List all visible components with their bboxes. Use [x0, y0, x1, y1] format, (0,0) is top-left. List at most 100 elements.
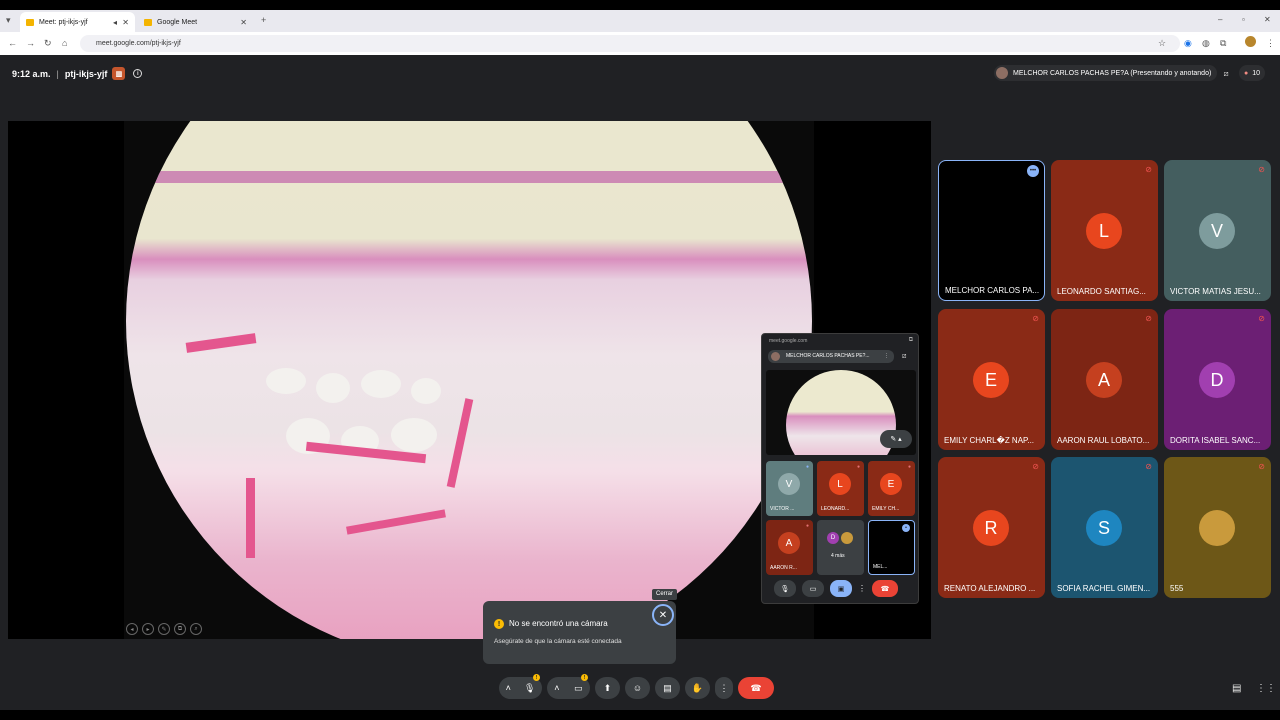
tab-google-meet[interactable]: Google Meet ✕: [138, 12, 253, 32]
mic-off-icon: ⊘: [1145, 462, 1152, 471]
extension-icon[interactable]: ◍: [1202, 38, 1210, 49]
participant-name: 555: [1170, 584, 1184, 593]
participant-name: VICTOR ...: [770, 506, 795, 512]
captions-button[interactable]: ▤: [655, 677, 680, 699]
pip-participant-tile: • MEL...: [868, 520, 915, 575]
more-options-icon[interactable]: ⋮: [858, 584, 866, 593]
participant-name: AARON RAUL LOBATO...: [1057, 436, 1150, 445]
new-tab-icon[interactable]: +: [261, 15, 266, 25]
participant-tile[interactable]: E ⊘ EMILY CHARL�Z NAP...: [938, 309, 1045, 450]
picture-in-picture-window[interactable]: meet.google.com ⧉ MELCHOR CARLOS PACHAS …: [761, 333, 919, 604]
more-icon[interactable]: ⋮: [884, 350, 889, 363]
menu-kebab-icon[interactable]: ⋮: [1266, 38, 1275, 49]
maximize-icon[interactable]: ▫: [1242, 15, 1245, 24]
zoom-icon[interactable]: ⌕: [190, 623, 202, 635]
chat-icon[interactable]: ▤: [1232, 683, 1241, 694]
speaking-icon: ●: [805, 464, 809, 470]
speaker-icon: ◂: [112, 17, 117, 27]
browser-chrome: ▾ Meet: ptj-ikjs-yjf ◂ ✕ Google Meet ✕ +…: [0, 10, 1280, 55]
speaking-icon: •••: [1027, 165, 1039, 177]
pip-participant-tile: E ● EMILY CH...: [868, 461, 915, 516]
copy-icon[interactable]: ⧉: [174, 623, 186, 635]
mic-off-icon: ●: [805, 523, 809, 529]
url-field[interactable]: meet.google.com/ptj-ikjs-yjf: [80, 35, 1180, 52]
microscope-image: [786, 370, 896, 455]
tab-meet[interactable]: Meet: ptj-ikjs-yjf ◂ ✕: [20, 12, 135, 32]
tab-title: Meet: ptj-ikjs-yjf: [39, 18, 88, 26]
avatar: D: [827, 532, 839, 544]
info-icon[interactable]: i: [133, 69, 143, 78]
mic-off-icon: ⊘: [1032, 314, 1039, 323]
back-icon[interactable]: ←: [8, 38, 17, 48]
pip-more-tile[interactable]: D 4 más: [817, 520, 864, 575]
participant-name: VICTOR MATIAS JESU...: [1170, 287, 1261, 296]
fat-cell: [391, 418, 437, 452]
annotate-button[interactable]: ✎ ▴: [880, 430, 912, 448]
url-text: meet.google.com/ptj-ikjs-yjf: [96, 40, 181, 47]
pip-presenter-chip[interactable]: MELCHOR CARLOS PACHAS PE?... ⋮: [768, 350, 894, 363]
mic-off-icon: ⊘: [1145, 165, 1152, 174]
minimize-icon[interactable]: –: [1218, 15, 1222, 24]
mic-icon[interactable]: 🎙: [524, 683, 535, 694]
close-tab-icon[interactable]: ✕: [240, 18, 247, 27]
mic-off-icon: ⊘: [1032, 462, 1039, 471]
more-participants-label: 4 más: [831, 553, 845, 559]
next-icon[interactable]: ▸: [142, 623, 154, 635]
leave-call-button[interactable]: ☎: [872, 580, 898, 597]
participant-tile[interactable]: V ⊘ VICTOR MATIAS JESU...: [1164, 160, 1271, 301]
reload-icon[interactable]: ↻: [44, 38, 52, 49]
participant-tile[interactable]: L ⊘ LEONARDO SANTIAG...: [1051, 160, 1158, 301]
tab-list-icon[interactable]: ▾: [6, 15, 11, 26]
mic-button[interactable]: 🎙: [774, 580, 796, 597]
participant-tile[interactable]: S ⊘ SOFIA RACHEL GIMEN...: [1051, 457, 1158, 598]
camera-control[interactable]: ˄ ▭ !: [547, 674, 590, 699]
more-options-button[interactable]: ⋮: [715, 677, 733, 699]
meeting-info: 9:12 a.m. | ptj-ikjs-yjf ▥ i: [12, 67, 143, 80]
meet-window: 9:12 a.m. | ptj-ikjs-yjf ▥ i MELCHOR CAR…: [0, 55, 1280, 710]
pen-icon[interactable]: ✎: [158, 623, 170, 635]
close-tab-icon[interactable]: ✕: [122, 18, 129, 27]
presenter-chip[interactable]: MELCHOR CARLOS PACHAS PE?A (Presentando …: [994, 65, 1218, 81]
extensions-puzzle-icon[interactable]: ⧉: [1220, 38, 1226, 49]
participant-tile[interactable]: ⊘ 555: [1164, 457, 1271, 598]
host-controls-icon[interactable]: ▥: [112, 67, 126, 80]
prev-icon[interactable]: ◂: [126, 623, 138, 635]
camera-icon[interactable]: ▭: [574, 683, 583, 694]
avatar: V: [1199, 213, 1235, 249]
emoji-button[interactable]: ☺: [625, 677, 650, 699]
forward-icon[interactable]: →: [26, 38, 35, 48]
bookmark-star-icon[interactable]: ☆: [1158, 38, 1166, 49]
home-icon[interactable]: ⌂: [62, 38, 67, 48]
close-icon[interactable]: ✕: [652, 604, 674, 626]
participant-name: MEL...: [873, 564, 888, 570]
meet-favicon-icon: [144, 18, 152, 26]
participant-name: EMILY CH...: [872, 506, 900, 512]
avatar: [996, 67, 1008, 79]
activities-grid-icon[interactable]: ⋮⋮: [1256, 683, 1276, 694]
people-button[interactable]: ● 10: [1239, 65, 1266, 81]
participant-tile[interactable]: D ⊘ DORITA ISABEL SANC...: [1164, 309, 1271, 450]
close-window-icon[interactable]: ✕: [1264, 15, 1271, 24]
mic-control[interactable]: ˄ 🎙 !: [499, 674, 542, 699]
hide-icon[interactable]: ⧄: [902, 353, 906, 361]
participant-tile[interactable]: A ⊘ AARON RAUL LOBATO...: [1051, 309, 1158, 450]
camera-button[interactable]: ▭: [802, 580, 824, 597]
hide-presentation-icon[interactable]: ⧄: [1219, 67, 1233, 81]
extension-icon[interactable]: ◉: [1184, 38, 1192, 49]
connective-tissue: [346, 509, 446, 535]
chevron-up-icon[interactable]: ˄: [554, 683, 559, 693]
present-button[interactable]: ▣: [830, 580, 852, 597]
participant-tile[interactable]: R ⊘ RENATO ALEJANDRO ...: [938, 457, 1045, 598]
leave-call-button[interactable]: ☎: [738, 677, 774, 699]
pip-chip-label: MELCHOR CARLOS PACHAS PE?...: [786, 353, 870, 359]
present-screen-button[interactable]: ⬆: [595, 677, 620, 699]
microscope-image: [126, 121, 812, 639]
raise-hand-button[interactable]: ✋: [685, 677, 710, 699]
avatar: R: [973, 510, 1009, 546]
return-to-tab-icon[interactable]: ⧉: [909, 337, 913, 344]
chevron-up-icon[interactable]: ˄: [506, 683, 511, 693]
participant-tile[interactable]: ••• MELCHOR CARLOS PA...: [938, 160, 1045, 301]
connective-tissue: [446, 398, 474, 488]
profile-avatar[interactable]: [1245, 36, 1256, 47]
speaking-icon: •: [902, 524, 910, 532]
